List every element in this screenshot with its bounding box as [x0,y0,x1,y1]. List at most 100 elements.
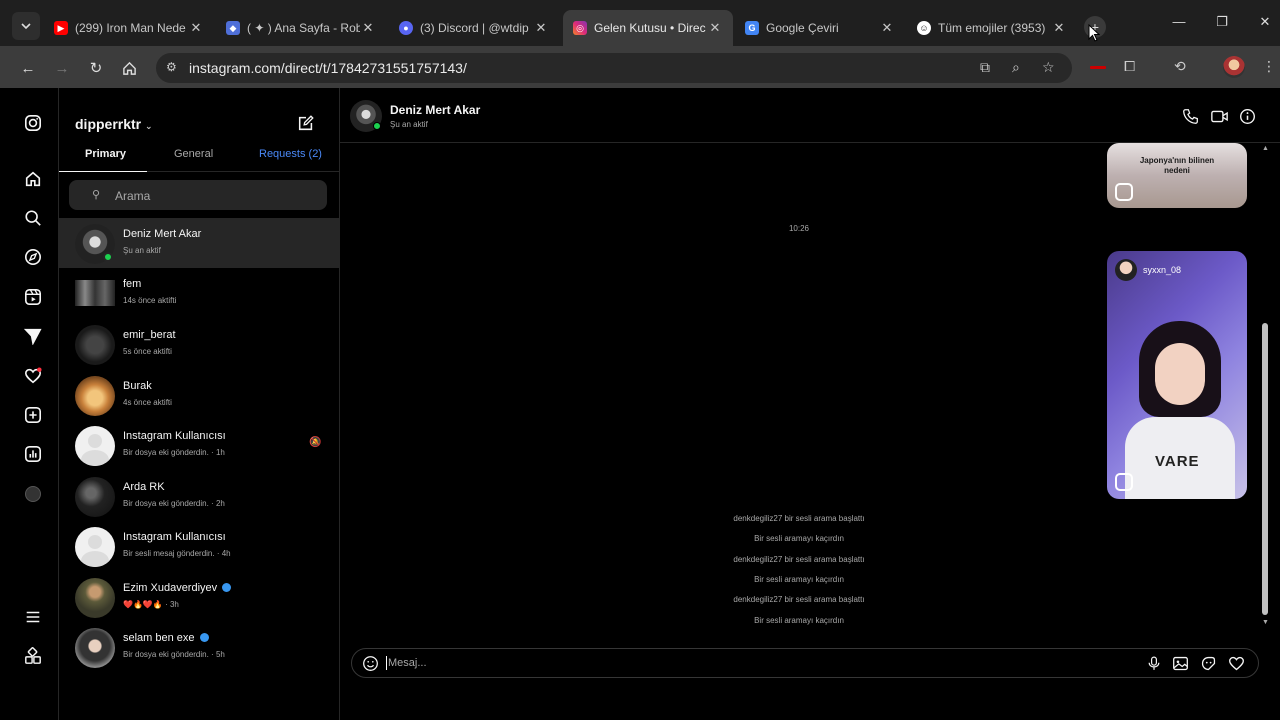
reel-thumbnail: VARE [1125,321,1235,499]
extension-icon[interactable] [1090,66,1106,69]
video-call-button[interactable] [1210,108,1229,125]
conversation-name: selam ben exe [123,632,209,644]
url-text[interactable]: instagram.com/direct/t/17842731551757143… [189,60,467,76]
close-tab-icon[interactable]: ✕ [360,20,376,36]
browser-tab-translate[interactable]: G Google Çeviri ✕ [735,10,905,46]
bookmark-star-icon[interactable]: ☆ [1042,59,1055,76]
browser-tab-instagram[interactable]: ◎ Gelen Kutusu • Direc ✕ [563,10,733,46]
shared-reel-message[interactable]: Japonya'nın bilinen nedeni [1107,143,1247,208]
home-button[interactable] [119,58,139,78]
tab-search-button[interactable] [12,12,40,40]
verified-badge-icon [222,583,232,592]
zoom-icon[interactable]: ⌕ [1012,59,1020,76]
explore-compass-icon[interactable] [22,246,44,268]
search-input[interactable]: ⚲ Arama [69,180,327,210]
close-tab-icon[interactable]: ✕ [1051,20,1067,36]
history-icon[interactable]: ⟲ [1174,58,1186,75]
system-message: denkdegiliz27 bir sesli arama başlattı [733,514,865,523]
conversation-status: 5s önce aktifti [123,347,172,356]
notifications-heart-icon[interactable] [22,365,44,387]
conversation-item[interactable]: Deniz Mert Akar Şu an aktif [59,218,340,268]
tab-general[interactable]: General [174,148,213,160]
browser-tab-discord[interactable]: ● (3) Discord | @wtdip ✕ [389,10,559,46]
audio-call-button[interactable] [1182,108,1199,125]
discord-icon: ● [399,21,413,35]
forward-button[interactable]: → [52,58,72,78]
divider [147,171,340,172]
messages-paper-plane-icon[interactable] [22,325,44,347]
message-composer[interactable]: Mesaj... [351,648,1259,678]
conversation-item[interactable]: Instagram Kullanıcısı Bir sesli mesaj gö… [59,521,340,571]
home-icon[interactable] [22,168,44,190]
site-info-icon[interactable]: ⚙ [166,60,177,74]
close-tab-icon[interactable]: ✕ [707,20,723,36]
reload-button[interactable]: ↻ [86,58,106,78]
conversation-name: Burak [123,380,152,392]
account-switcher[interactable]: dipperrktr ⌄ [75,116,153,132]
search-icon[interactable] [22,207,44,229]
instagram-app: dipperrktr ⌄ Primary General Requests (2… [0,88,1280,720]
conversation-item[interactable]: selam ben exe Bir dosya eki gönderdin. ·… [59,622,340,672]
nav-rail [0,88,59,720]
scrollbar-thumb[interactable] [1262,323,1268,615]
conversation-status: Şu an aktif [123,246,161,255]
new-message-button[interactable] [297,114,315,132]
reel-icon [1115,473,1133,491]
system-message: denkdegiliz27 bir sesli arama başlattı [733,555,865,564]
sticker-button[interactable] [1200,655,1217,672]
tab-title: Tüm emojiler (3953) [938,21,1046,35]
message-input[interactable]: Mesaj... [388,657,427,669]
conversation-info-button[interactable] [1239,108,1256,125]
shared-reel-message[interactable]: syxxn_08 VARE [1107,251,1247,499]
profile-avatar[interactable] [1223,56,1245,78]
more-menu-icon[interactable]: ⋮ [1262,58,1276,75]
restore-button[interactable]: ❐ [1207,14,1237,30]
tab-title: Gelen Kutusu • Direc [594,21,706,35]
microphone-icon [1148,656,1160,670]
close-tab-icon[interactable]: ✕ [188,20,204,36]
back-button[interactable]: ← [18,58,38,78]
tab-primary[interactable]: Primary [85,148,126,160]
conversation-item[interactable]: emir_berat 5s önce aktifti [59,319,340,369]
browser-tab-emojis[interactable]: ☺ Tüm emojiler (3953) ✕ [907,10,1077,46]
mouse-cursor-icon [1088,24,1100,42]
conversation-name: Arda RK [123,481,165,493]
chat-title[interactable]: Deniz Mert Akar [390,103,480,117]
conversation-item[interactable]: Arda RK Bir dosya eki gönderdin. · 2h [59,471,340,521]
verified-badge-icon [199,633,209,642]
translate-icon: G [745,21,759,35]
browser-tab-roblox[interactable]: ◆ ( ✦ ) Ana Sayfa - Rob ✕ [216,10,386,46]
browser-tab-youtube[interactable]: ▶ (299) Iron Man Nede ✕ [44,10,214,46]
create-plus-icon[interactable] [22,404,44,426]
tab-requests[interactable]: Requests (2) [259,148,322,160]
add-photo-button[interactable] [1172,655,1189,672]
profile-avatar-icon[interactable] [22,483,44,505]
reel-author-name[interactable]: syxxn_08 [1143,265,1181,275]
voice-message-button[interactable] [1146,655,1162,672]
emoji-picker-button[interactable] [362,655,379,672]
address-bar[interactable]: ⚙ instagram.com/direct/t/178427315517571… [156,53,1072,83]
close-tab-icon[interactable]: ✕ [879,20,895,36]
instagram-logo-icon[interactable] [22,112,44,134]
more-menu-icon[interactable] [22,606,44,628]
compose-icon [298,115,314,131]
account-username: dipperrktr [75,116,142,132]
avatar [75,527,115,567]
avatar [75,376,115,416]
reels-icon[interactable] [22,286,44,308]
system-message: Bir sesli aramayı kaçırdın [754,575,844,584]
close-tab-icon[interactable]: ✕ [533,20,549,36]
conversation-item[interactable]: Instagram Kullanıcısı Bir dosya eki gönd… [59,420,340,470]
install-app-icon[interactable]: ⧉ [980,59,990,76]
dashboard-icon[interactable] [22,443,44,465]
threads-grid-icon[interactable] [22,645,44,667]
online-indicator [103,252,113,262]
conversation-item[interactable]: Burak 4s önce aktifti [59,370,340,420]
minimize-button[interactable]: — [1164,14,1194,29]
extensions-puzzle-icon[interactable]: ⧠ [1124,58,1135,75]
conversation-item[interactable]: Ezim Xudaverdiyev ❤️🔥❤️🔥 · 3h [59,572,340,622]
close-window-button[interactable]: ✕ [1250,14,1280,30]
chat-scrollbar[interactable]: ▲ ▼ [1260,145,1270,626]
conversation-item[interactable]: fem 14s önce aktifti [59,268,340,318]
like-heart-button[interactable] [1228,655,1245,672]
